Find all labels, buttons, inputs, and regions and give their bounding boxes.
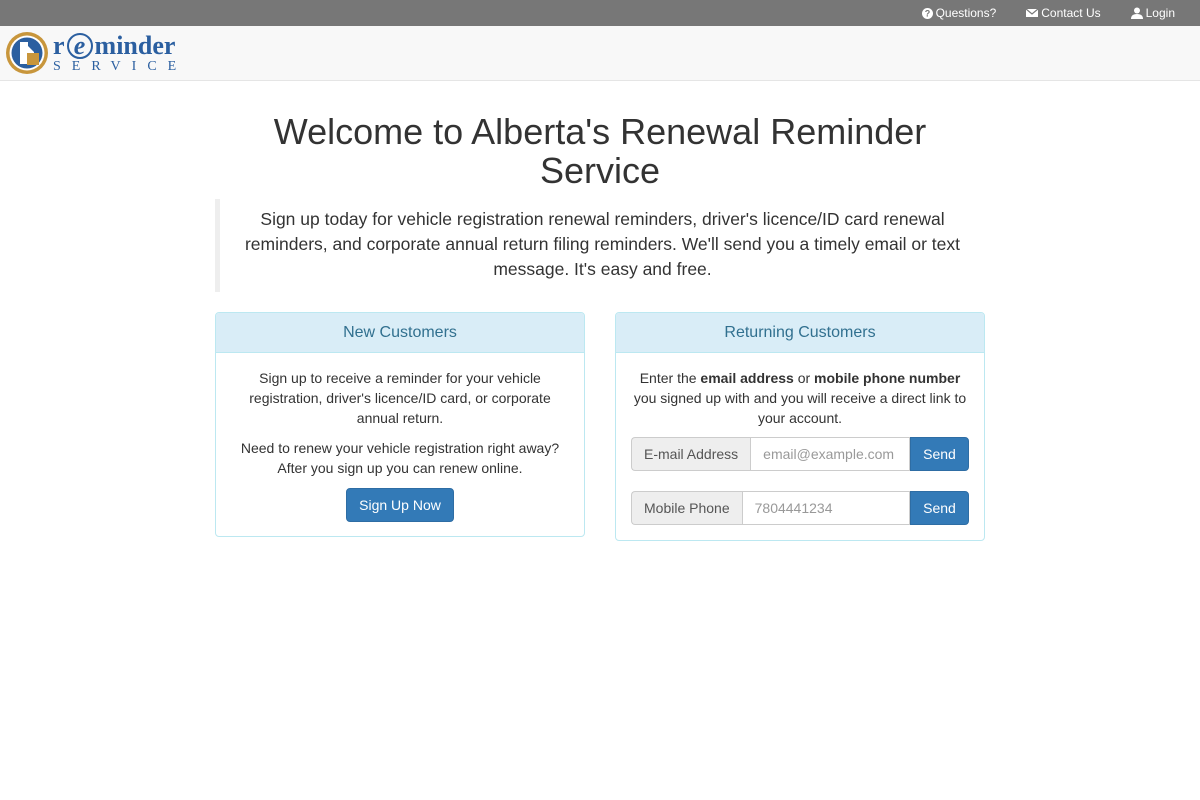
phone-field[interactable]	[741, 491, 910, 525]
login-link[interactable]: Login	[1130, 6, 1175, 20]
returning-customers-body: Enter the email address or mobile phone …	[616, 353, 984, 540]
renew-online-text: Need to renew your vehicle registration …	[240, 440, 560, 476]
site-header: r e minder SERVICE	[0, 26, 1200, 81]
alberta-emblem-icon	[6, 32, 48, 74]
contact-link[interactable]: Contact Us	[1026, 6, 1101, 20]
new-customers-panel: New Customers Sign up to receive a remin…	[215, 312, 585, 537]
contact-label: Contact Us	[1041, 6, 1101, 20]
questions-link[interactable]: ? Questions?	[921, 6, 997, 20]
svg-text:?: ?	[924, 8, 930, 18]
question-circle-icon: ?	[921, 7, 933, 19]
returning-customers-heading: Returning Customers	[616, 313, 984, 353]
phone-label: Mobile Phone	[631, 491, 742, 525]
new-customers-body: Sign up to receive a reminder for your v…	[216, 353, 584, 537]
user-icon	[1130, 7, 1143, 19]
phone-send-button[interactable]: Send	[910, 491, 969, 525]
questions-label: Questions?	[935, 6, 997, 20]
page-title: Welcome to Alberta's Renewal Reminder Se…	[273, 111, 927, 191]
customer-panels: New Customers Sign up to receive a remin…	[215, 312, 985, 541]
new-customers-heading: New Customers	[216, 313, 584, 353]
intro-blockquote: Sign up today for vehicle registration r…	[215, 199, 985, 292]
top-navbar: ? Questions? Contact Us Login	[0, 0, 1200, 26]
reminder-service-logo[interactable]: r e minder SERVICE	[5, 29, 195, 79]
email-field[interactable]	[750, 437, 910, 471]
email-send-button[interactable]: Send	[910, 437, 969, 471]
returning-instructions: Enter the email address or mobile phone …	[633, 370, 967, 426]
phone-input-group: Mobile Phone Send	[631, 491, 969, 525]
logo-wordmark: r e minder	[53, 31, 176, 60]
login-label: Login	[1145, 6, 1175, 20]
sign-up-button[interactable]: Sign Up Now	[346, 488, 454, 522]
email-input-group: E-mail Address Send	[631, 437, 969, 471]
email-label: E-mail Address	[631, 437, 751, 471]
envelope-icon	[1026, 8, 1039, 18]
main-content: Welcome to Alberta's Renewal Reminder Se…	[215, 112, 985, 541]
new-customers-text: Sign up to receive a reminder for your v…	[249, 370, 551, 426]
logo-subtitle: SERVICE	[53, 59, 188, 74]
returning-customers-panel: Returning Customers Enter the email addr…	[615, 312, 985, 541]
